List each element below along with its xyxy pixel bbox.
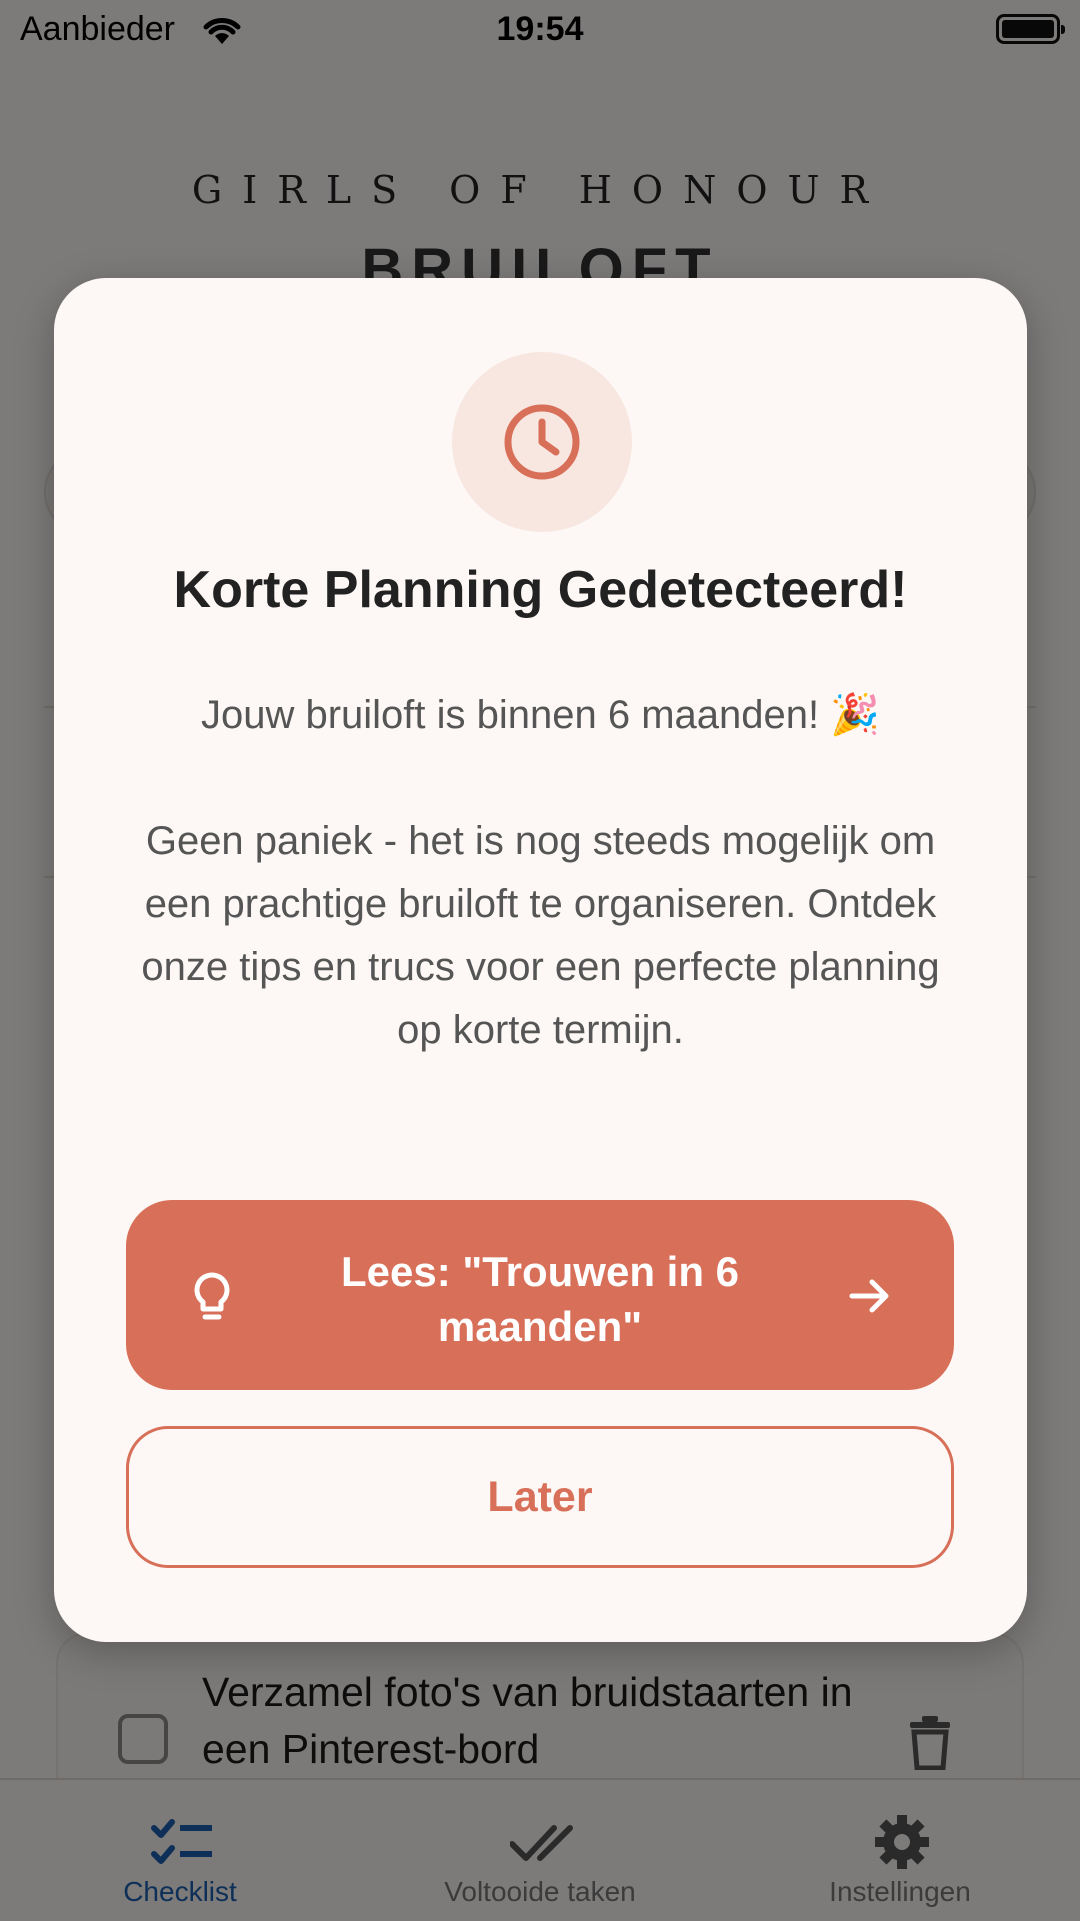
- later-button-label: Later: [487, 1473, 593, 1521]
- later-button[interactable]: Later: [126, 1426, 954, 1568]
- dialog-title: Korte Planning Gedetecteerd!: [173, 561, 908, 619]
- dialog-message-detail: Geen paniek - het is nog steeds mogelijk…: [141, 819, 940, 1052]
- icon-badge: [452, 352, 632, 532]
- read-article-button[interactable]: Lees: "Trouwen in 6 maanden": [126, 1200, 954, 1390]
- clock-icon: [504, 404, 580, 480]
- dialog-message: Jouw bruiloft is binnen 6 maanden! 🎉 Gee…: [114, 684, 967, 1062]
- dialog-message-headline: Jouw bruiloft is binnen 6 maanden! 🎉: [200, 693, 881, 737]
- lightbulb-icon: [194, 1272, 230, 1320]
- read-article-button-label: Lees: "Trouwen in 6 maanden": [341, 1248, 739, 1350]
- short-planning-dialog: Korte Planning Gedetecteerd! Jouw bruilo…: [54, 278, 1027, 1642]
- arrow-right-icon: [849, 1279, 889, 1313]
